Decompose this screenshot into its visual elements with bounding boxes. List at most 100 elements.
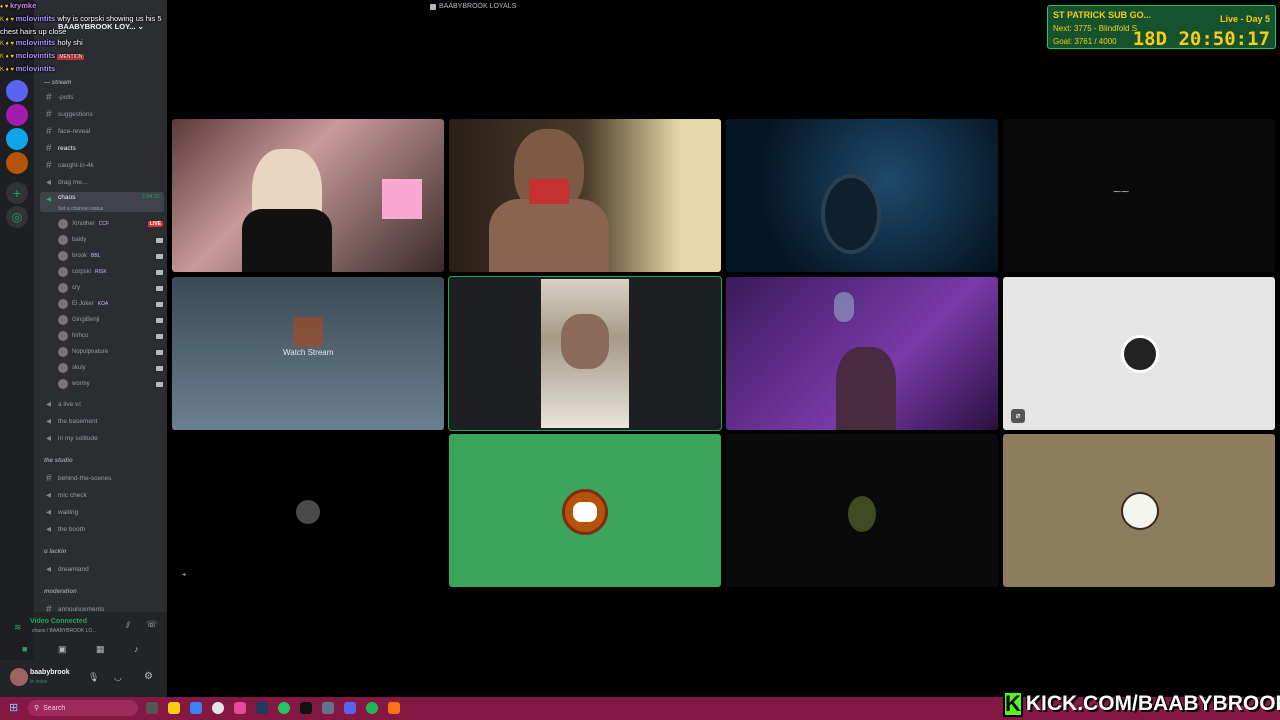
camera-icon (156, 365, 163, 371)
avatar-tile[interactable] (172, 434, 444, 587)
explore-icon[interactable]: ◎ (6, 206, 28, 228)
channel-item[interactable]: ◂ dreamland (40, 562, 164, 577)
channel-item[interactable]: # behind-the-scenes (40, 471, 164, 486)
avatar (1121, 492, 1159, 530)
username[interactable]: baabybrook (30, 669, 70, 676)
channel-item[interactable]: ◂ mic check (40, 488, 164, 503)
avatar[interactable] (10, 668, 28, 686)
activities-icon[interactable]: ▦ (96, 644, 105, 655)
voice-user-name: brook (72, 253, 88, 259)
tiktok-icon[interactable] (300, 702, 312, 714)
channel-status[interactable]: Set a channel status (58, 206, 103, 212)
spotify-icon[interactable] (366, 702, 378, 714)
video-tile-speaking[interactable] (448, 276, 722, 431)
category-header[interactable]: the studio (44, 458, 73, 464)
app-icon[interactable] (322, 702, 334, 714)
obs-icon[interactable] (212, 702, 224, 714)
voice-user[interactable]: cry (58, 281, 163, 295)
avatar (58, 267, 68, 277)
video-tile[interactable] (449, 119, 721, 272)
camera-icon (156, 285, 163, 291)
noise-suppression-icon[interactable]: ⫽ (126, 620, 130, 631)
channel-drag-me[interactable]: ◂ drag me... (40, 175, 164, 190)
disconnect-icon[interactable]: ☏ (146, 619, 157, 630)
voice-status[interactable]: Video Connected (30, 618, 87, 625)
voice-user[interactable]: Nopulpnature (58, 345, 163, 359)
avatar-tile[interactable]: ⌀ (1003, 277, 1275, 430)
video-tile[interactable]: ⁓⁓ (1003, 119, 1275, 272)
chat-overlay: ♦ ♥ krymke K ♦ ♥ mclovintits why is corp… (0, 0, 210, 76)
channel-item[interactable]: ◂ a live vc (40, 397, 164, 412)
server-icon[interactable] (6, 128, 28, 150)
headphones-icon[interactable]: ◡ (114, 672, 122, 683)
channel-item[interactable]: ◂ in my solitude (40, 431, 164, 446)
category-header[interactable]: u lackin (44, 549, 66, 555)
speaker-icon: ◂ (46, 490, 52, 501)
channel-item[interactable]: ◂ waiting (40, 505, 164, 520)
windows-start-icon[interactable]: ⊞ (9, 702, 21, 714)
server-icon[interactable] (6, 152, 28, 174)
video-tile[interactable] (726, 277, 998, 430)
chat-line: ♦ ♥ krymke (0, 1, 37, 10)
avatar-tile[interactable] (1003, 434, 1275, 587)
discord-logo-icon (573, 502, 597, 522)
channel-suggestions[interactable]: # suggestions (40, 107, 164, 122)
avatar-tile[interactable] (726, 434, 998, 587)
speaker-icon: ◂ (46, 433, 52, 444)
voice-user-name: baldy (72, 237, 87, 243)
channel-face-reveal[interactable]: # face-reveal (40, 124, 164, 139)
channel-label: in my solitude (58, 435, 98, 442)
video-tile[interactable] (726, 119, 998, 272)
taskbar-search[interactable]: ⚲ Search (28, 700, 138, 716)
user-panel: baabybrook In voice 🎙 ◡ ⚙ (0, 660, 167, 697)
add-server-icon[interactable]: + (6, 182, 28, 204)
speaker-icon: ◂ (46, 177, 52, 188)
discord-icon[interactable] (344, 702, 356, 714)
avatar-tile[interactable] (449, 434, 721, 587)
camera-icon (156, 237, 163, 243)
camera-icon[interactable]: ■ (22, 644, 40, 656)
brave-icon[interactable] (388, 702, 400, 714)
voice-user[interactable]: corpski RISK (58, 265, 163, 279)
voice-channel-link[interactable]: chaos / BAABYBROOK LO... (32, 628, 96, 634)
settings-gear-icon[interactable]: ⚙ (144, 671, 153, 682)
category-header[interactable]: moderation (44, 589, 77, 595)
channel-item[interactable]: ◂ the booth (40, 522, 164, 537)
task-view-icon[interactable] (146, 702, 158, 714)
hash-icon: # (46, 126, 52, 137)
voice-user[interactable]: El Joker KOA (58, 297, 163, 311)
steam-icon[interactable] (256, 702, 268, 714)
voice-user[interactable]: baldy (58, 233, 163, 247)
voice-user[interactable]: brook BBL (58, 249, 163, 263)
server-icon[interactable] (6, 104, 28, 126)
subathon-title: ST PATRICK SUB GO... (1053, 10, 1152, 20)
channel-caught-in-4k[interactable]: # caught-in-4k (40, 158, 164, 173)
mic-icon[interactable]: 🎙 (88, 672, 99, 683)
watch-stream-button[interactable]: Watch Stream (283, 348, 333, 357)
voice-user[interactable]: skuly (58, 361, 163, 375)
screen-share-icon[interactable]: ▣ (58, 644, 67, 655)
channel-item[interactable]: ◂ the basement (40, 414, 164, 429)
channel-polls[interactable]: # -polls (40, 90, 164, 105)
category-stream[interactable]: — stream (44, 80, 71, 86)
voice-user[interactable]: Xmother CCF LIVE (58, 217, 163, 231)
file-explorer-icon[interactable] (168, 702, 180, 714)
voice-user[interactable]: GingiBenji (58, 313, 163, 327)
soundboard-icon[interactable]: ♪ (134, 644, 139, 654)
app-icon[interactable] (190, 702, 202, 714)
server-icon[interactable] (6, 80, 28, 102)
chat-line: K ♦ ♥ mclovintits MENTION (0, 51, 85, 60)
stream-preview-tile[interactable]: Watch Stream (172, 277, 444, 430)
xbox-icon[interactable] (278, 702, 290, 714)
kick-banner: K KICK.COM/BAABYBROOK (1003, 690, 1280, 718)
app-icon[interactable] (234, 702, 246, 714)
speaker-icon: ◂ (46, 524, 52, 535)
chat-line: K ♦ ♥ mclovintits (0, 64, 56, 73)
pin-icon[interactable]: ⌖ (182, 570, 187, 580)
voice-user[interactable]: wormy (58, 377, 163, 391)
video-tile[interactable] (172, 119, 444, 272)
kick-url: KICK.COM/BAABYBROOK (1025, 692, 1280, 715)
channel-reacts[interactable]: # reacts (40, 141, 164, 156)
camera-icon (156, 333, 163, 339)
voice-user[interactable]: hirhco (58, 329, 163, 343)
